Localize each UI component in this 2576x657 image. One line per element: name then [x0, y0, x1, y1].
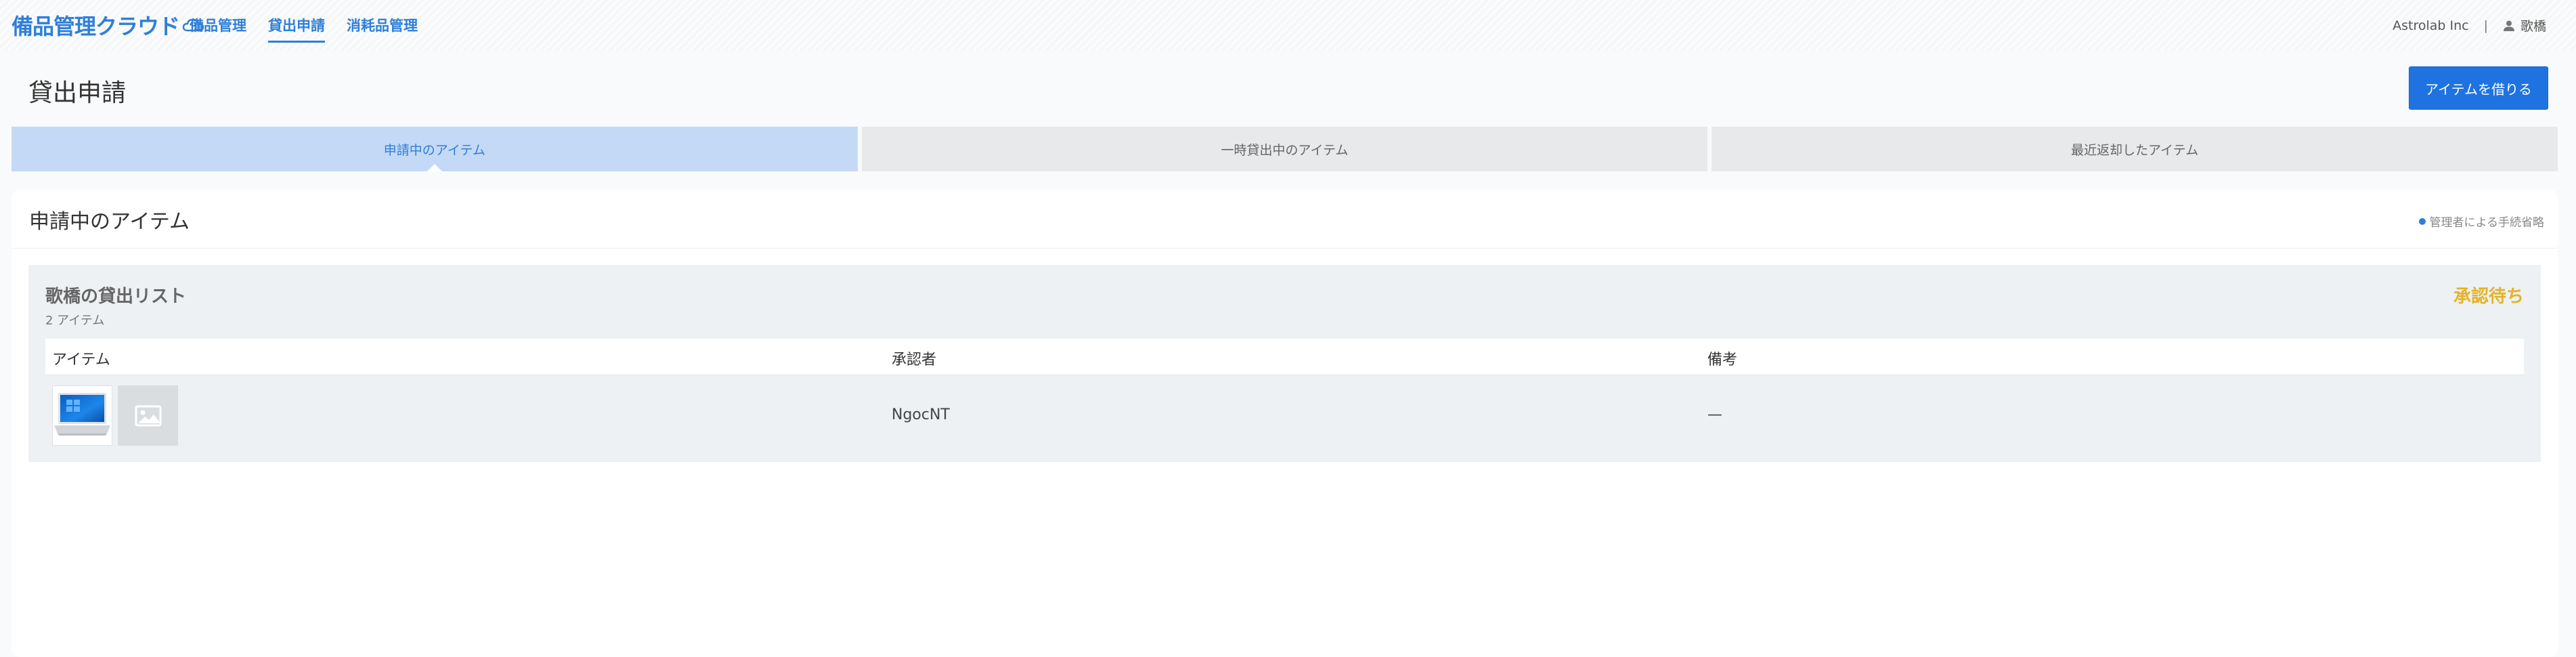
lending-tabs: 申請中のアイテム 一時貸出中のアイテム 最近返却したアイテム — [12, 127, 2558, 171]
account-area: Astrolab Inc | 歌橋 — [2393, 16, 2546, 35]
status-badge: 承認待ち — [2453, 287, 2524, 307]
pending-items-card: 申請中のアイテム 管理者による手続省略 歌橋の貸出リスト 2 アイテム 承認待ち… — [12, 190, 2558, 657]
legend: 管理者による手続省略 — [2418, 213, 2545, 230]
laptop-icon — [54, 393, 110, 436]
app-logo[interactable]: 備品管理クラウド — [12, 12, 205, 39]
page-title: 貸出申請 — [28, 79, 127, 107]
table-header: アイテム 承認者 備考 — [45, 339, 2524, 375]
tab-pending-items[interactable]: 申請中のアイテム — [12, 127, 858, 171]
tab-recently-returned[interactable]: 最近返却したアイテム — [1711, 127, 2558, 171]
company-name[interactable]: Astrolab Inc — [2393, 18, 2468, 33]
legend-label: 管理者による手続省略 — [2429, 216, 2545, 230]
image-placeholder-icon — [135, 405, 161, 426]
card-title: 申請中のアイテム — [29, 210, 190, 234]
main-nav: 備品管理 貸出申請 消耗品管理 — [190, 15, 418, 43]
column-header-note: 備考 — [1707, 352, 1738, 368]
nav-item-consumables[interactable]: 消耗品管理 — [347, 15, 418, 43]
column-header-item: アイテム — [52, 352, 110, 368]
user-name[interactable]: 歌橋 — [2520, 16, 2546, 35]
legend-dot-icon — [2418, 217, 2426, 225]
borrow-item-button[interactable]: アイテムを借りる — [2409, 66, 2548, 110]
column-header-approver: 承認者 — [892, 352, 937, 368]
lending-list-count: 2 アイテム — [45, 314, 105, 328]
table-row[interactable]: NgocNT — — [45, 375, 2524, 453]
lending-list[interactable]: 歌橋の貸出リスト 2 アイテム 承認待ち アイテム 承認者 備考 NgocNT … — [28, 265, 2541, 462]
item-thumbnail-laptop[interactable] — [52, 385, 112, 446]
note-cell: — — [1707, 406, 1722, 423]
lending-list-title: 歌橋の貸出リスト — [45, 287, 187, 307]
user-icon[interactable] — [2503, 20, 2515, 32]
approver-cell: NgocNT — [892, 406, 950, 423]
item-thumbnail-placeholder[interactable] — [118, 385, 178, 446]
logo-text: 備品管理クラウド — [12, 14, 180, 39]
header-separator: | — [2483, 18, 2488, 33]
nav-item-lending-request[interactable]: 貸出申請 — [268, 15, 325, 43]
nav-item-equipment[interactable]: 備品管理 — [190, 15, 246, 43]
card-header: 申請中のアイテム 管理者による手続省略 — [12, 190, 2558, 249]
tab-temporary-lending[interactable]: 一時貸出中のアイテム — [861, 127, 1708, 171]
top-navigation-bar: 備品管理クラウド 備品管理 貸出申請 消耗品管理 Astrolab Inc | … — [0, 0, 2576, 51]
